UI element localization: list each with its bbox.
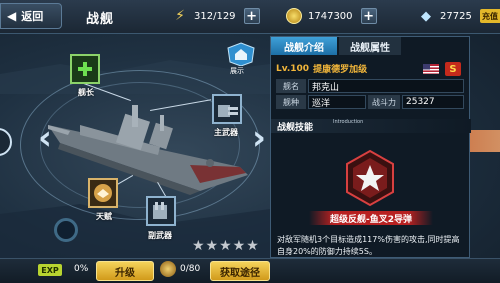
power-value: 25327 [402, 95, 464, 109]
us-flag-icon [423, 64, 439, 74]
sub-weapon-label: 副武器 [148, 231, 172, 240]
coin-icon [286, 8, 302, 24]
exp-badge: EXP [38, 264, 62, 276]
diamond-counter: ◆ 27725 [418, 6, 472, 26]
game-screen: ‹ › 舰长 主武器 天赋 副武器 展示 ★★★★★ ◀ 返回 战舰 ⚡ 312… [0, 0, 500, 283]
upgrade-button[interactable]: 升级 [96, 261, 154, 281]
add-energy-button[interactable]: + [243, 8, 260, 24]
name-value: 邦克山 [308, 79, 464, 93]
add-gold-button[interactable]: + [360, 8, 377, 24]
tab-ship-intro[interactable]: 战舰介绍 [271, 37, 337, 55]
skill-description: 对敌军随机3个目标造成117%伤害的攻击,同时提高自身20%的防御力持续5S。 [277, 235, 460, 256]
energy-value: 312/129 [194, 10, 236, 22]
star-rating: ★★★★★ [192, 238, 260, 254]
ship-level: Lv.100 [276, 63, 310, 74]
diamond-value: 27725 [440, 10, 472, 22]
obtain-button[interactable]: 获取途径 [210, 261, 270, 281]
energy-counter: ⚡ 312/129 + [172, 6, 260, 26]
plus-icon [78, 62, 92, 76]
prev-ship-arrow[interactable]: ‹ [38, 118, 52, 158]
level-row: Lv.100 提康德罗加级 [276, 61, 367, 76]
faction-badge: S [445, 62, 461, 76]
power-label: 战斗力 [368, 95, 400, 109]
display-label: 展示 [230, 67, 244, 75]
type-value: 巡洋 [308, 95, 366, 109]
captain-slot[interactable] [70, 54, 100, 84]
back-label: 返回 [21, 10, 44, 23]
recharge-button[interactable]: 充值 [480, 9, 500, 23]
display-button[interactable]: 展示 [226, 42, 256, 75]
name-label: 舰名 [276, 79, 306, 93]
gold-counter: 1747300 + [286, 6, 377, 26]
gold-value: 1747300 [308, 10, 353, 22]
back-button[interactable]: ◀ 返回 [0, 3, 62, 29]
talent-slot[interactable] [88, 178, 118, 208]
skill-missile-icon[interactable] [341, 149, 399, 207]
handshake-icon [94, 184, 112, 202]
skill-name-banner: 超级反舰-鱼叉2导弹 [309, 211, 433, 225]
main-weapon-label: 主武器 [214, 128, 238, 137]
lightning-icon: ⚡ [175, 8, 185, 24]
ship-info-panel: 战舰介绍 战舰属性 Lv.100 提康德罗加级 S 舰名 邦克山 舰种 巡洋 战… [270, 36, 471, 258]
back-arrow-icon: ◀ [7, 9, 17, 23]
top-bar: ◀ 返回 战舰 ⚡ 312/129 + 1747300 + ◆ 27725 充值 [0, 0, 500, 34]
diamond-icon: ◆ [421, 8, 431, 24]
gauge-ring [54, 218, 78, 242]
sub-weapon-slot[interactable] [146, 196, 176, 226]
shield-icon [227, 42, 255, 67]
skill-section-title: 战舰技能 [277, 123, 314, 133]
main-weapon-slot[interactable] [212, 94, 242, 124]
page-title: 战舰 [86, 12, 115, 27]
next-ship-arrow[interactable]: › [252, 118, 266, 158]
captain-label: 舰长 [78, 88, 94, 97]
exp-item-icon [160, 261, 176, 277]
ship-class-name: 提康德罗加级 [313, 65, 368, 75]
talent-label: 天赋 [96, 212, 112, 221]
cannon-icon [218, 105, 238, 117]
type-label: 舰种 [276, 95, 306, 109]
exp-value: 0% [74, 264, 89, 274]
exp-item-count: 0/80 [180, 264, 201, 274]
turret-icon [153, 202, 167, 219]
tab-ship-attributes[interactable]: 战舰属性 [339, 37, 401, 55]
skill-section-subtitle: Introduction [333, 119, 364, 125]
